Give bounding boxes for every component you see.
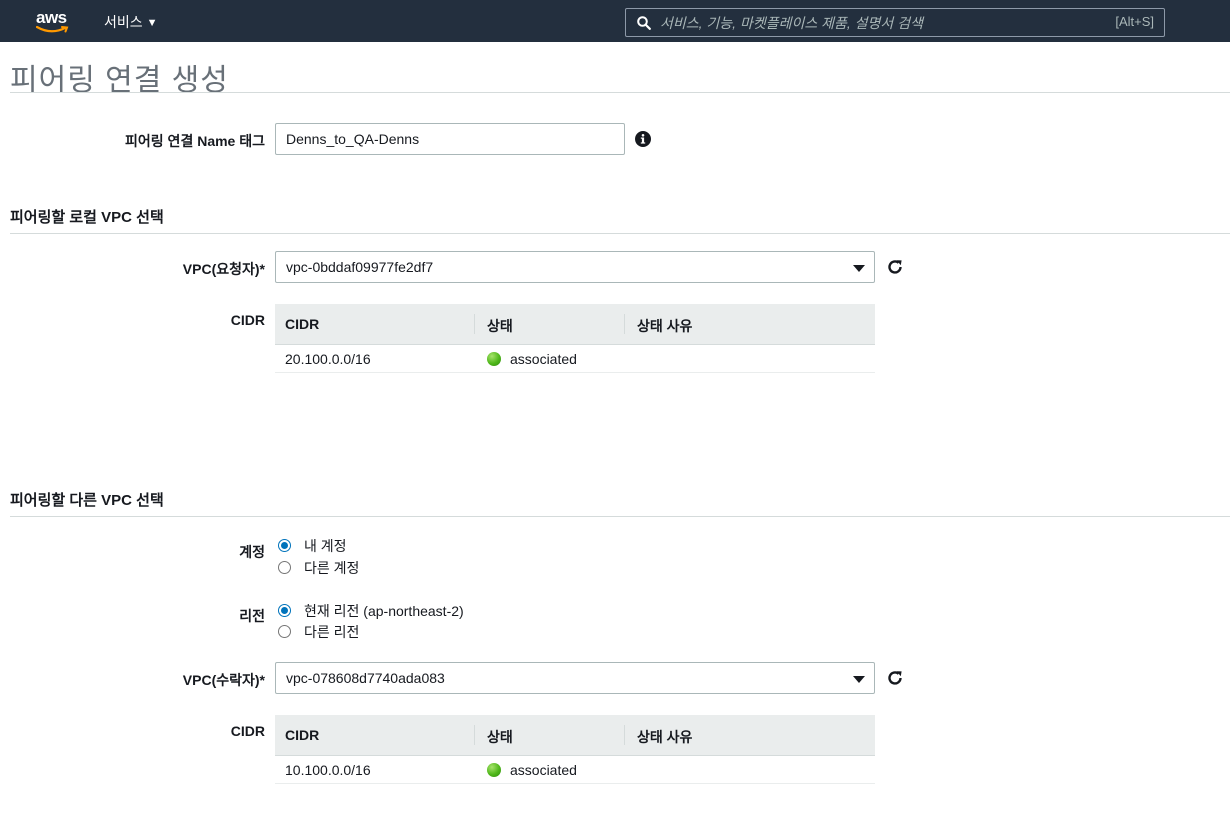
region-label: 리전: [239, 608, 265, 624]
radio-current-region[interactable]: 현재 리전 (ap-northeast-2): [278, 601, 464, 621]
column-header-status[interactable]: 상태: [487, 727, 513, 747]
search-icon: [637, 16, 651, 30]
caret-down-icon: ▼: [146, 17, 158, 29]
accepter-vpc-value: vpc-078608d7740ada083: [286, 670, 445, 686]
column-divider: [624, 725, 625, 745]
local-vpc-section-divider: [10, 233, 1230, 234]
status-cell: associated: [487, 351, 577, 367]
peer-vpc-section-heading: 피어링할 다른 VPC 선택: [10, 492, 164, 509]
radio-other-region[interactable]: 다른 리전: [278, 622, 359, 642]
cidr-cell: 20.100.0.0/16: [285, 351, 371, 367]
column-header-status[interactable]: 상태: [487, 316, 513, 336]
local-vpc-section-heading: 피어링할 로컬 VPC 선택: [10, 209, 164, 226]
requester-vpc-select[interactable]: vpc-0bddaf09977fe2df7: [275, 251, 875, 283]
radio-other-account[interactable]: 다른 계정: [278, 558, 359, 578]
status-ok-icon: [487, 352, 501, 366]
search-box[interactable]: [Alt+S]: [625, 8, 1165, 37]
radio-button-checked[interactable]: [278, 604, 291, 617]
aws-logo-text: aws: [36, 8, 67, 27]
services-label: 서비스: [104, 14, 143, 30]
top-nav-bar: aws 서비스▼ [Alt+S]: [0, 0, 1230, 42]
accepter-vpc-select[interactable]: vpc-078608d7740ada083: [275, 662, 875, 694]
peer-vpc-section-divider: [10, 516, 1230, 517]
dropdown-caret-icon: [853, 676, 865, 683]
column-header-cidr[interactable]: CIDR: [285, 316, 319, 332]
search-input[interactable]: [660, 12, 1100, 33]
table-header: CIDR 상태 상태 사유: [275, 715, 875, 756]
radio-button-checked[interactable]: [278, 539, 291, 552]
name-tag-input[interactable]: [275, 123, 625, 155]
requester-vpc-value: vpc-0bddaf09977fe2df7: [286, 259, 434, 275]
column-divider: [474, 725, 475, 745]
requester-vpc-label: VPC(요청자)*: [182, 261, 265, 277]
accepter-cidr-label: CIDR: [230, 723, 265, 739]
column-header-status-reason[interactable]: 상태 사유: [637, 727, 692, 747]
cidr-cell: 10.100.0.0/16: [285, 762, 371, 778]
status-cell: associated: [487, 762, 577, 778]
title-divider: [10, 92, 1230, 93]
search-shortcut-hint: [Alt+S]: [1115, 14, 1154, 29]
dropdown-caret-icon: [853, 265, 865, 272]
radio-label: 다른 리전: [304, 624, 360, 640]
requester-cidr-label: CIDR: [230, 312, 265, 328]
accepter-vpc-label: VPC(수락자)*: [182, 672, 265, 688]
radio-button[interactable]: [278, 625, 291, 638]
table-row: 20.100.0.0/16 associated: [275, 345, 875, 373]
column-divider: [624, 314, 625, 334]
status-text: associated: [510, 762, 577, 778]
services-menu-button[interactable]: 서비스 ▼: [104, 12, 158, 32]
info-icon[interactable]: [635, 131, 651, 147]
radio-my-account[interactable]: 내 계정: [278, 536, 347, 556]
name-tag-label: 피어링 연결 Name 태그: [125, 133, 265, 149]
column-divider: [474, 314, 475, 334]
status-ok-icon: [487, 763, 501, 777]
table-row: 10.100.0.0/16 associated: [275, 756, 875, 784]
refresh-icon[interactable]: [886, 258, 904, 276]
radio-label: 다른 계정: [304, 560, 360, 576]
radio-label: 현재 리전 (ap-northeast-2): [304, 603, 464, 619]
status-text: associated: [510, 351, 577, 367]
radio-label: 내 계정: [304, 538, 347, 554]
refresh-icon[interactable]: [886, 669, 904, 687]
table-header: CIDR 상태 상태 사유: [275, 304, 875, 345]
aws-smile-icon: [36, 26, 69, 33]
account-label: 계정: [239, 544, 265, 560]
aws-logo[interactable]: aws: [36, 8, 72, 36]
column-header-status-reason[interactable]: 상태 사유: [637, 316, 692, 336]
radio-button[interactable]: [278, 561, 291, 574]
column-header-cidr[interactable]: CIDR: [285, 727, 319, 743]
